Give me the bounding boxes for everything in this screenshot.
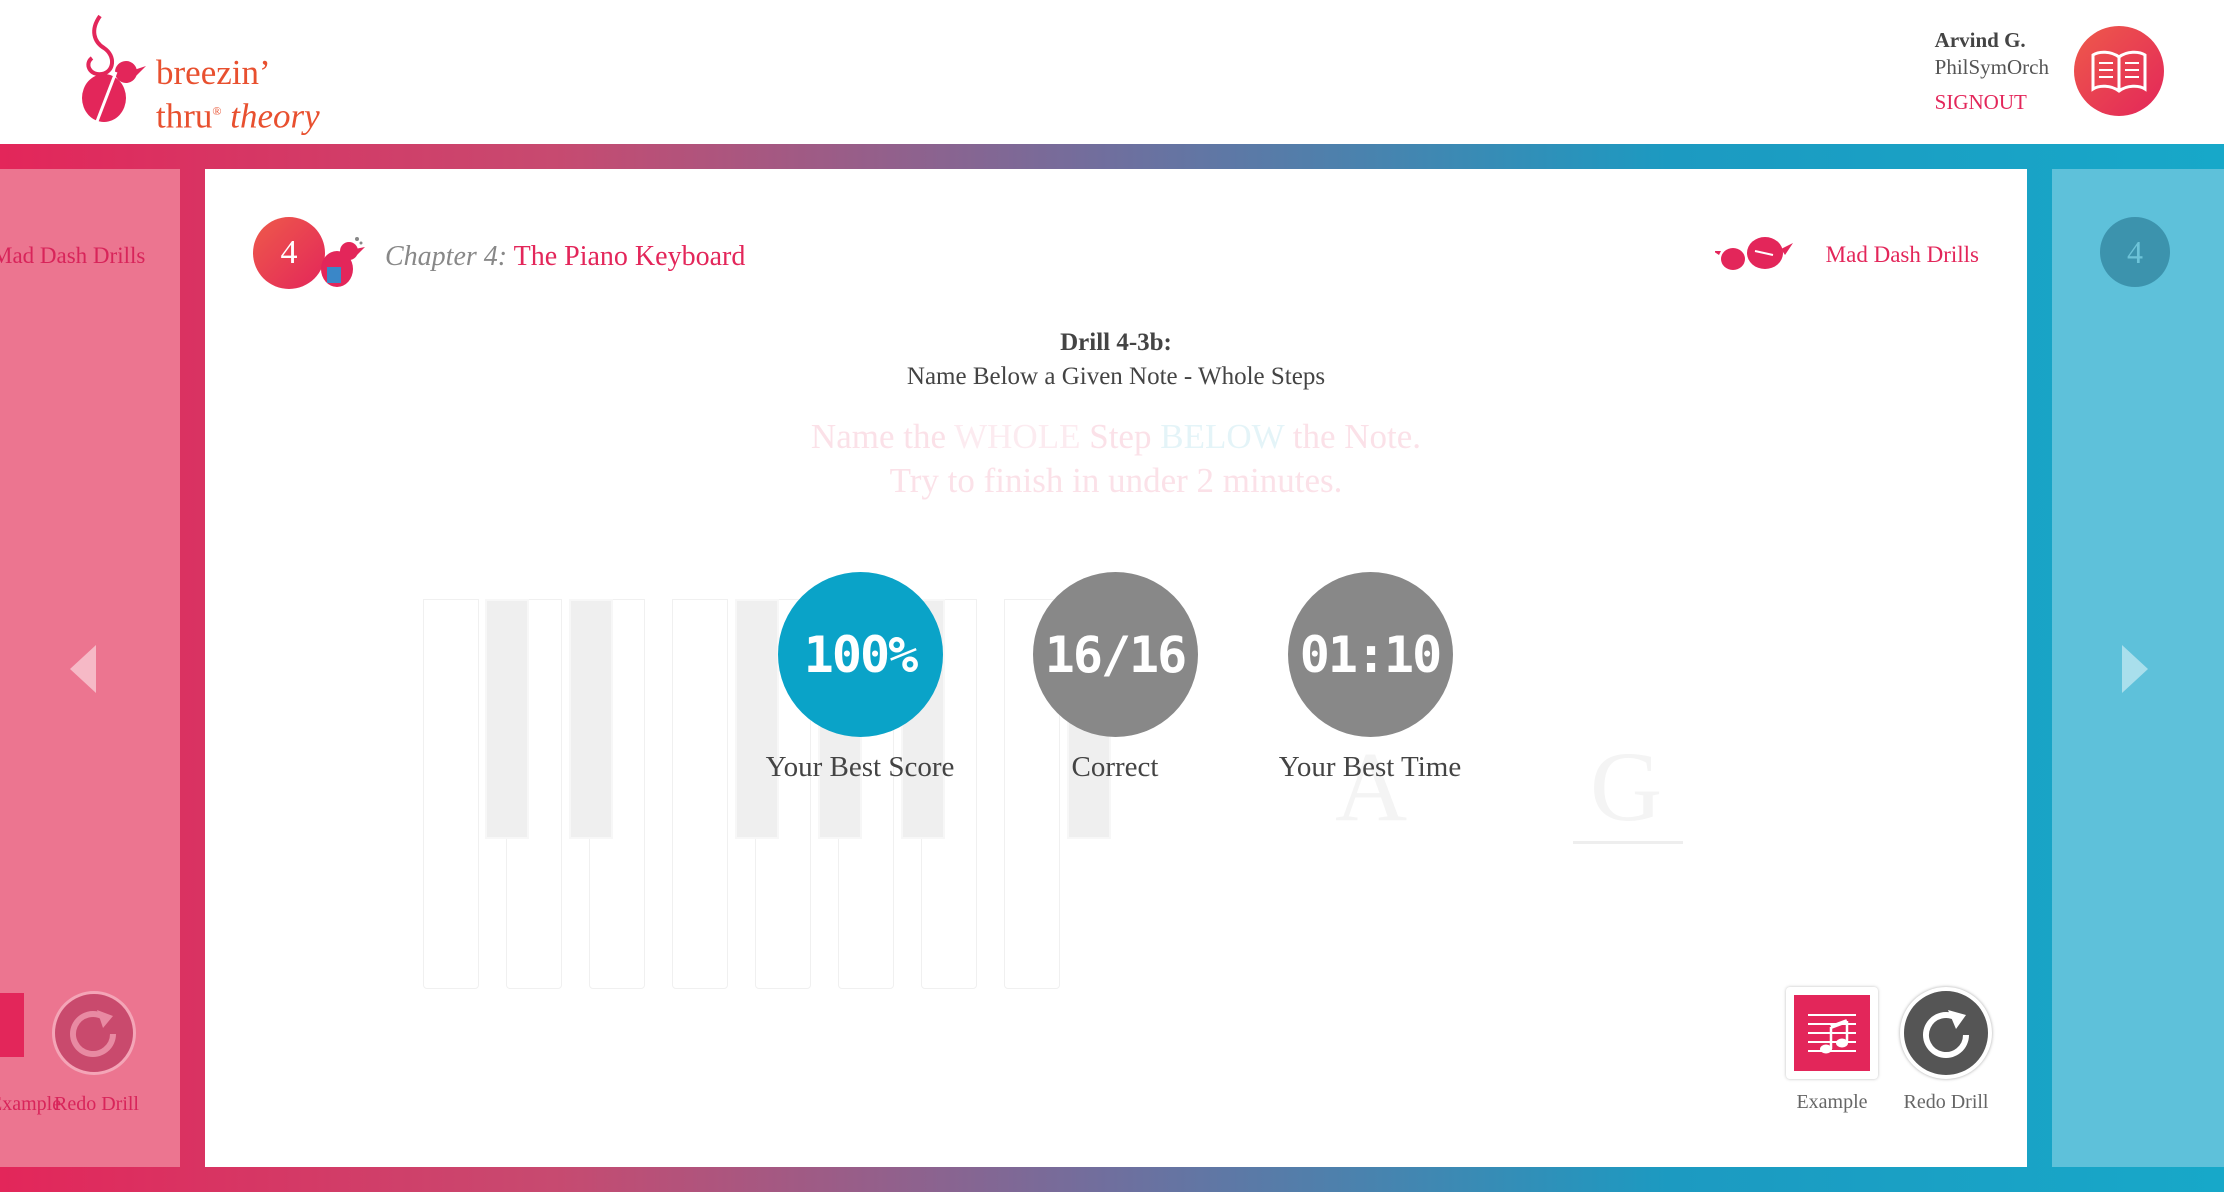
previous-example-button[interactable]: [0, 993, 24, 1057]
redo-drill-label: Redo Drill: [1903, 1091, 1989, 1113]
bird-icon: [321, 237, 365, 287]
best-time-label: Your Best Time: [1278, 751, 1462, 783]
user-info: Arvind G. PhilSymOrch SIGNOUT: [1935, 28, 2049, 115]
next-drill-panel[interactable]: 4: [2052, 169, 2224, 1167]
previous-redo-button[interactable]: [52, 991, 136, 1075]
best-time-circle: 01:10: [1287, 572, 1453, 737]
next-arrow-icon[interactable]: [2122, 645, 2148, 693]
redo-icon: [1923, 1010, 1969, 1058]
previous-redo-label: Redo Drill: [54, 1093, 139, 1115]
mad-dash-birds-icon: [1715, 237, 1793, 270]
best-score-circle: 100%: [777, 572, 943, 737]
instr-whole: WHOLE: [954, 417, 1081, 456]
music-staff-icon: [1808, 1014, 1856, 1054]
brand-thru: thru: [156, 96, 213, 136]
brand-wordmark: breezin’ thru® theory: [156, 54, 320, 136]
brand-theory: theory: [230, 96, 320, 136]
instr-below: BELOW: [1160, 417, 1285, 456]
redo-circle[interactable]: [1900, 987, 1992, 1079]
white-key: [423, 599, 479, 989]
faded-answer-underline: [1573, 841, 1683, 844]
correct-circle: 16/16: [1032, 572, 1198, 737]
best-time-stat: 01:10 Your Best Time: [1260, 572, 1480, 784]
black-key: [485, 599, 529, 839]
black-key: [569, 599, 613, 839]
instructions-line1: Name the WHOLE Step BELOW the Note.: [205, 415, 2027, 459]
drill-subtitle: Name Below a Given Note - Whole Steps: [906, 363, 1326, 390]
chapter-title: Chapter 4: The Piano Keyboard: [385, 241, 745, 273]
previous-arrow-icon[interactable]: [70, 645, 96, 693]
example-label: Example: [1796, 1091, 1868, 1113]
faded-answer-label: G: [1590, 731, 1663, 842]
brand-logo[interactable]: breezin’ thru® theory: [70, 12, 330, 135]
correct-label: Correct: [1071, 751, 1159, 783]
best-score-value: 100%: [803, 625, 918, 684]
instr-part2: Step: [1080, 417, 1161, 456]
drill-title: Drill 4-3b:: [1060, 329, 1172, 356]
example-box[interactable]: [1786, 987, 1878, 1079]
drill-card: 4 Chapter 4: The Piano Keyboard Mad Dash…: [205, 169, 2027, 1167]
treble-clef-bird-icon: [82, 14, 146, 125]
previous-panel-title: Mad Dash Drills: [0, 243, 146, 268]
example-button[interactable]: Example: [1777, 987, 1887, 1114]
instr-part1: Name the: [810, 417, 955, 456]
redo-drill-button[interactable]: Redo Drill: [1891, 987, 2001, 1114]
user-org: PhilSymOrch: [1934, 55, 2049, 79]
previous-example-label: Example: [0, 1093, 62, 1115]
example-inner: [1794, 995, 1870, 1071]
best-score-label: Your Best Score: [765, 751, 955, 783]
drill-instructions: Name the WHOLE Step BELOW the Note. Try …: [205, 415, 2027, 503]
next-chapter-badge: 4: [2100, 217, 2170, 287]
redo-icon: [70, 1010, 116, 1057]
user-name: Arvind G.: [1934, 28, 2026, 52]
signout-link[interactable]: SIGNOUT: [1935, 90, 2049, 115]
book-button[interactable]: [2074, 26, 2164, 116]
chapter-prefix: Chapter 4:: [385, 241, 508, 272]
brand-reg-mark: ®: [212, 104, 222, 118]
book-icon: [2091, 50, 2147, 93]
brand-line2: thru® theory: [156, 92, 320, 136]
correct-value: 16/16: [1044, 625, 1188, 684]
chapter-name: The Piano Keyboard: [513, 241, 746, 272]
previous-drill-panel[interactable]: Mad Dash Drills Example Redo Drill: [0, 169, 180, 1167]
brand-line1: breezin’: [156, 53, 271, 92]
instr-part3: the Note.: [1284, 417, 1422, 456]
best-time-value: 01:10: [1299, 625, 1443, 684]
instructions-line2: Try to finish in under 2 minutes.: [889, 461, 1343, 500]
correct-stat: 16/16 Correct: [1005, 572, 1225, 784]
mad-dash-drills-link[interactable]: Mad Dash Drills: [1826, 242, 1979, 268]
best-score-stat: 100% Your Best Score: [750, 572, 970, 784]
app-header: breezin’ thru® theory Arvind G. PhilSymO…: [0, 0, 2224, 144]
white-key: [672, 599, 728, 989]
